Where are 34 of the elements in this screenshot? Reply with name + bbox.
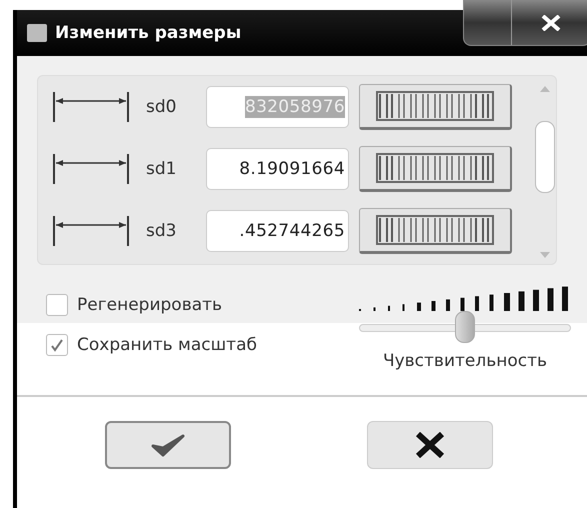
thumbwheel-button[interactable]: [359, 84, 512, 130]
scroll-up-icon: [540, 86, 550, 92]
dimension-icon: [52, 91, 130, 123]
dimension-value-field[interactable]: 8.19091664: [206, 148, 349, 190]
cancel-button[interactable]: [367, 421, 493, 469]
sensitivity-scale-icon: [359, 285, 571, 311]
dimension-value-field[interactable]: .452744265: [206, 210, 349, 252]
thumbwheel-icon: [376, 91, 494, 121]
checkbox[interactable]: [46, 334, 68, 356]
sensitivity-slider[interactable]: [359, 311, 571, 345]
check-icon: [50, 338, 64, 352]
dimension-label: sd3: [146, 221, 178, 241]
dimension-icon: [52, 215, 130, 247]
checkmark-icon: [151, 433, 185, 457]
thumbwheel-button[interactable]: [359, 208, 512, 254]
window-icon: [27, 24, 47, 42]
slider-thumb[interactable]: [455, 311, 475, 343]
thumbwheel-icon: [376, 153, 494, 183]
thumbwheel-icon: [376, 215, 494, 245]
checkbox-label: Сохранить масштаб: [77, 335, 257, 355]
cross-icon: [415, 432, 445, 458]
scroll-down-icon: [540, 252, 550, 258]
ok-button[interactable]: [105, 421, 231, 469]
dimension-icon: [52, 153, 130, 185]
checkbox-label: Регенерировать: [77, 295, 222, 315]
window-title: Изменить размеры: [55, 23, 242, 43]
close-icon: [540, 14, 562, 30]
scrollbar-thumb[interactable]: [535, 121, 555, 193]
dimension-label: sd0: [146, 97, 178, 117]
close-button[interactable]: [463, 0, 587, 46]
slider-label: Чувствительность: [382, 351, 548, 371]
thumbwheel-button[interactable]: [359, 146, 512, 192]
checkbox[interactable]: [46, 294, 68, 316]
dimension-label: sd1: [146, 159, 178, 179]
